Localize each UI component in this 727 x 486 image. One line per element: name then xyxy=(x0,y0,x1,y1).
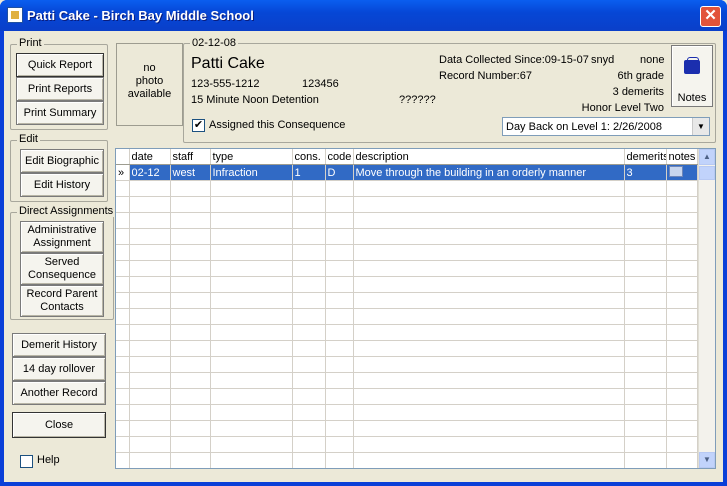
print-summary-button[interactable]: Print Summary xyxy=(16,101,104,125)
day-back-value: Day Back on Level 1: 2/26/2008 xyxy=(506,121,662,133)
quick-report-button[interactable]: Quick Report xyxy=(16,53,104,77)
record-parent-contacts-button[interactable]: Record Parent Contacts xyxy=(20,285,104,317)
day-rollover-label: 14 day rollover xyxy=(22,362,96,375)
window-close-button[interactable]: ✕ xyxy=(700,6,721,27)
print-group-label: Print xyxy=(17,37,44,49)
edit-history-button[interactable]: Edit History xyxy=(20,173,104,197)
notes-label: Notes xyxy=(677,92,707,104)
note-icon[interactable] xyxy=(668,165,683,177)
edit-history-label: Edit History xyxy=(33,178,91,191)
column-header-demerits[interactable]: demerits xyxy=(624,149,667,165)
chevron-down-icon[interactable]: ▼ xyxy=(692,118,709,135)
another-record-label: Another Record xyxy=(20,386,98,399)
administrative-assignment-label-1: Administrative xyxy=(27,224,97,236)
edit-group-label: Edit xyxy=(17,133,40,145)
staff-code: snyd xyxy=(591,54,615,66)
record-parent-contacts-label-2: Contacts xyxy=(40,301,84,313)
scroll-up-icon[interactable]: ▲ xyxy=(699,149,715,165)
cell-code[interactable]: D xyxy=(325,164,354,181)
demerit-history-button[interactable]: Demerit History xyxy=(12,333,106,357)
window-title: Patti Cake - Birch Bay Middle School xyxy=(27,8,254,23)
consequence-text: 15 Minute Noon Detention xyxy=(191,94,319,106)
served-consequence-button[interactable]: Served Consequence xyxy=(20,253,104,285)
cell-demerits[interactable]: 3 xyxy=(624,164,667,181)
demerit-count: 3 demerits xyxy=(612,86,664,98)
demerit-history-label: Demerit History xyxy=(21,338,97,351)
photo-text-3: available xyxy=(127,88,172,100)
direct-assignments-label: Direct Assignments xyxy=(17,205,116,217)
edit-biographic-label: Edit Biographic xyxy=(25,154,99,167)
cell-type[interactable]: Infraction xyxy=(210,164,293,181)
row-indicator: » xyxy=(116,164,130,181)
notebook-icon xyxy=(684,57,700,74)
notes-button[interactable]: Notes xyxy=(671,45,713,107)
cell-staff[interactable]: west xyxy=(170,164,211,181)
edit-biographic-button[interactable]: Edit Biographic xyxy=(20,149,104,173)
app-icon xyxy=(7,7,23,23)
history-table: date staff type cons. code description d… xyxy=(116,149,698,468)
student-name: Patti Cake xyxy=(191,55,265,72)
print-summary-label: Print Summary xyxy=(23,106,97,119)
served-consequence-label-1: Served xyxy=(44,256,80,268)
column-header-notes[interactable]: notes xyxy=(666,149,698,165)
quick-report-label: Quick Report xyxy=(27,58,93,71)
print-reports-label: Print Reports xyxy=(27,82,93,95)
app-window: Patti Cake - Birch Bay Middle School ✕ P… xyxy=(0,0,727,486)
honor-level: Honor Level Two xyxy=(581,102,664,114)
record-date: 02-12-08 xyxy=(190,37,239,49)
help-checkbox[interactable] xyxy=(20,455,33,468)
assigned-consequence-label: Assigned this Consequence xyxy=(209,119,346,131)
print-reports-button[interactable]: Print Reports xyxy=(16,77,104,101)
history-grid: date staff type cons. code description d… xyxy=(115,148,716,469)
photo-placeholder: no photo available xyxy=(116,43,183,126)
grade-level: 6th grade xyxy=(617,70,664,82)
scroll-thumb[interactable] xyxy=(699,166,715,180)
column-header-description[interactable]: description xyxy=(353,149,625,165)
row-header-cell xyxy=(116,149,130,165)
cell-notes[interactable] xyxy=(666,164,698,181)
help-label: Help xyxy=(37,454,60,466)
column-header-type[interactable]: type xyxy=(210,149,293,165)
photo-text-2: photo xyxy=(135,75,164,87)
table-header-row: date staff type cons. code description d… xyxy=(116,149,698,165)
scroll-down-icon[interactable]: ▼ xyxy=(699,452,715,468)
column-header-staff[interactable]: staff xyxy=(170,149,211,165)
table-row[interactable]: » 02-12 west Infraction 1 D Move through… xyxy=(116,164,698,181)
student-phone: 123-555-1212 xyxy=(191,78,260,90)
day-back-dropdown[interactable]: Day Back on Level 1: 2/26/2008 ▼ xyxy=(502,117,710,136)
administrative-assignment-button[interactable]: Administrative Assignment xyxy=(20,221,104,253)
grid-vertical-scrollbar[interactable]: ▲ ▼ xyxy=(698,149,715,468)
column-header-cons[interactable]: cons. xyxy=(292,149,326,165)
data-collected-since: Data Collected Since:09-15-07 xyxy=(439,54,589,66)
student-id: 123456 xyxy=(302,78,339,90)
day-rollover-button[interactable]: 14 day rollover xyxy=(12,357,106,381)
cell-cons[interactable]: 1 xyxy=(292,164,326,181)
unknown-text: ?????? xyxy=(399,94,436,106)
close-label: Close xyxy=(44,418,74,431)
checkmark-icon: ✔ xyxy=(193,119,204,131)
record-parent-contacts-label-1: Record Parent xyxy=(26,288,98,300)
record-number: Record Number:67 xyxy=(439,70,532,82)
served-consequence-label-2: Consequence xyxy=(28,269,96,281)
another-record-button[interactable]: Another Record xyxy=(12,381,106,405)
cell-description[interactable]: Move through the building in an orderly … xyxy=(353,164,625,181)
client-area: Print Quick Report Print Reports Print S… xyxy=(4,31,723,482)
title-bar[interactable]: Patti Cake - Birch Bay Middle School ✕ xyxy=(0,0,727,31)
administrative-assignment-label-2: Assignment xyxy=(33,237,91,249)
assigned-consequence-checkbox[interactable]: ✔ xyxy=(192,119,205,132)
none-text: none xyxy=(640,54,665,66)
column-header-code[interactable]: code xyxy=(325,149,354,165)
cell-date[interactable]: 02-12 xyxy=(129,164,171,181)
close-button[interactable]: Close xyxy=(12,412,106,438)
column-header-date[interactable]: date xyxy=(129,149,171,165)
photo-text-1: no xyxy=(143,62,156,74)
